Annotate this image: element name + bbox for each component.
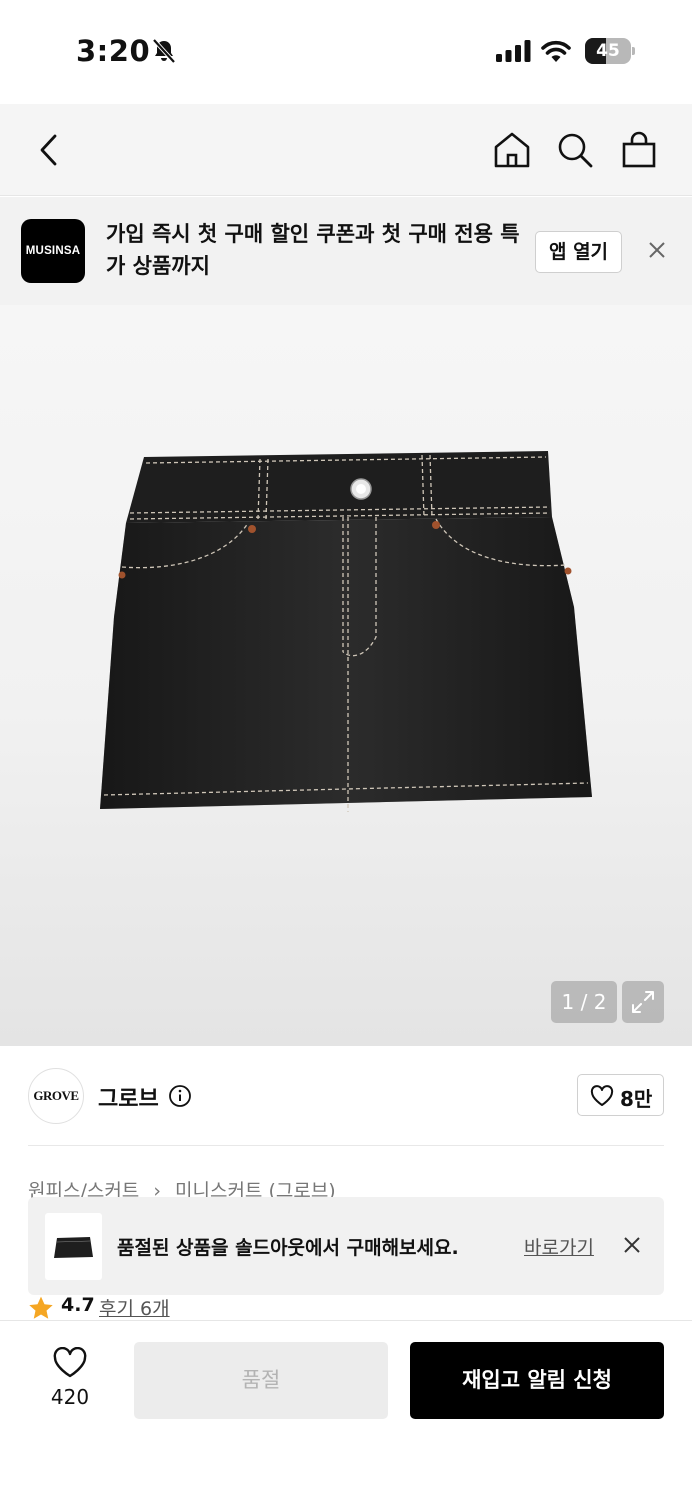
brand-name[interactable]: 그로브 [98,1081,159,1113]
wish-count: 420 [50,1385,90,1409]
status-bar: 3:20 45 [0,0,692,104]
home-icon[interactable] [492,130,532,170]
status-time: 3:20 [76,34,151,68]
brand-like-count: 8만 [620,1087,653,1111]
shopping-bag-icon[interactable] [619,130,659,170]
top-navigation [0,104,692,196]
toast-product-thumbnail [45,1213,102,1280]
battery-percent: 45 [596,41,620,61]
toast-go-link[interactable]: 바로가기 [524,1233,594,1260]
product-photo-denim-skirt [100,451,592,812]
heart-icon [590,1085,614,1106]
rating-value: 4.7 [61,1294,95,1316]
expand-icon [632,991,654,1013]
heart-icon[interactable] [52,1347,88,1379]
app-install-banner: MUSINSA 가입 즉시 첫 구매 할인 쿠폰과 첫 구매 전용 특가 상품까… [0,197,692,305]
brand-logo[interactable]: GROVE [28,1068,84,1124]
search-icon[interactable] [555,130,595,170]
wifi-icon [541,40,571,62]
bell-off-icon [152,38,176,64]
banner-message: 가입 즉시 첫 구매 할인 쿠폰과 첫 구매 전용 특가 상품까지 [106,222,520,278]
restock-alert-button[interactable]: 재입고 알림 신청 [410,1342,664,1419]
close-icon[interactable] [644,237,670,263]
battery-indicator: 45 [585,38,635,64]
close-icon[interactable] [621,1234,643,1256]
back-icon[interactable] [30,130,70,170]
toast-message: 품절된 상품을 솔드아웃에서 구매해보세요. [117,1237,459,1259]
bottom-action-bar: 420 품절 재입고 알림 신청 [0,1320,692,1500]
star-icon [29,1296,53,1319]
review-count-link[interactable]: 후기 6개 [99,1294,170,1321]
info-icon[interactable] [168,1084,192,1108]
musinsa-logo: MUSINSA [21,219,85,283]
open-app-button[interactable]: 앱 열기 [535,231,622,273]
brand-row: GROVE 그로브 8만 [28,1046,664,1146]
cellular-signal-icon [496,40,531,62]
soldout-toast: 품절된 상품을 솔드아웃에서 구매해보세요. 바로가기 [28,1197,664,1295]
image-page-indicator: 1 / 2 [551,981,617,1023]
brand-like-button[interactable]: 8만 [577,1074,664,1116]
product-image-gallery[interactable]: 1 / 2 [0,305,692,1046]
soldout-button: 품절 [134,1342,388,1419]
expand-image-button[interactable] [622,981,664,1023]
